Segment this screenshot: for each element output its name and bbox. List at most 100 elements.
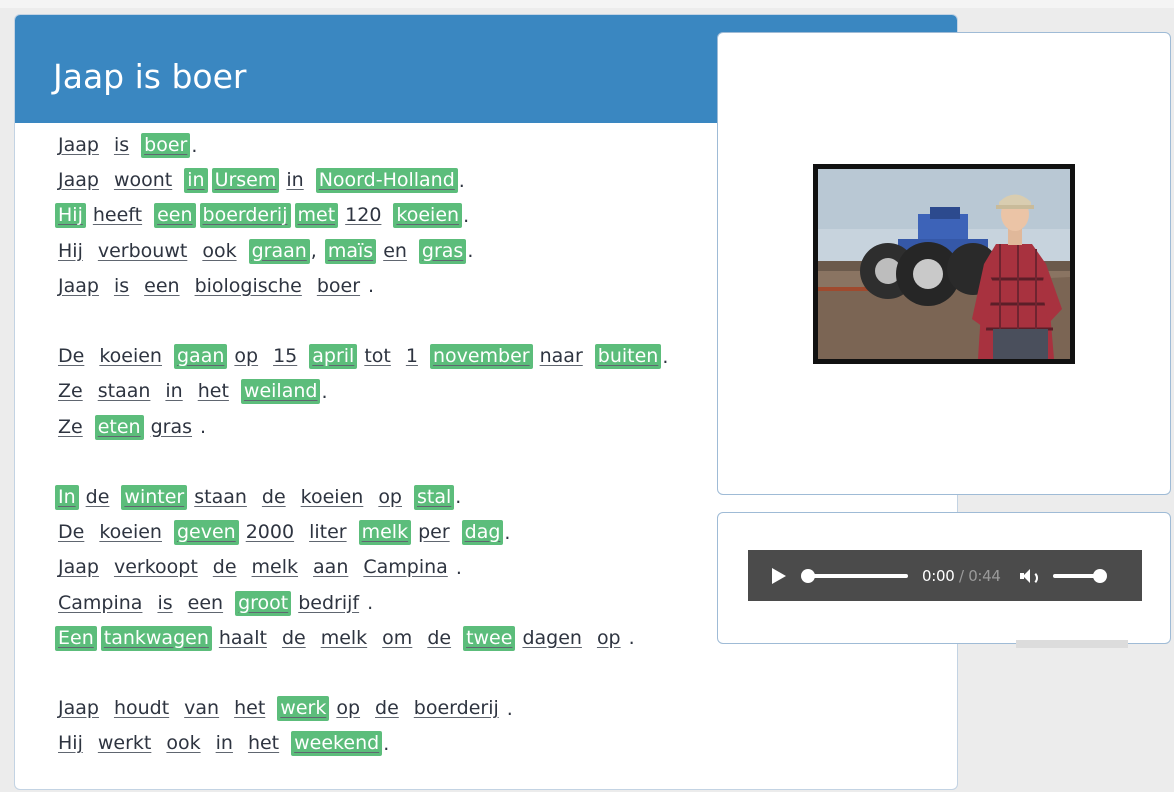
word[interactable]: Ze [55,379,86,404]
seek-handle[interactable] [801,568,815,583]
highlighted-word[interactable]: weekend [291,731,383,757]
word[interactable]: in [162,379,185,404]
word[interactable]: een [141,274,182,299]
word[interactable]: in [283,168,306,193]
seek-bar[interactable] [801,568,908,583]
play-icon[interactable] [770,567,788,585]
highlighted-word[interactable]: Hij [55,203,86,229]
highlighted-word[interactable]: twee [463,625,516,651]
word[interactable]: De [55,344,87,369]
word[interactable]: 120 [342,203,384,228]
word[interactable]: verbouwt [95,239,190,264]
word[interactable]: de [210,555,240,580]
word[interactable]: koeien [298,485,367,510]
word[interactable]: woont [111,168,175,193]
word[interactable]: heeft [90,203,145,228]
word[interactable]: is [111,274,132,299]
word[interactable]: aan [310,555,351,580]
highlighted-word[interactable]: groot [235,590,292,616]
highlighted-word[interactable]: stal [414,484,455,510]
word[interactable]: Hij [55,239,86,264]
word[interactable]: ook [199,239,239,264]
word[interactable]: op [231,344,261,369]
word[interactable]: het [245,731,282,756]
highlighted-word[interactable]: boerderij [199,203,291,229]
highlighted-word[interactable]: melk [358,520,412,546]
word[interactable]: tot [361,344,394,369]
word[interactable]: staan [95,379,154,404]
word[interactable]: Jaap [55,168,102,193]
word[interactable]: dagen [519,626,585,651]
word[interactable]: per [415,520,453,545]
highlighted-word[interactable]: dag [461,520,504,546]
word[interactable]: bedrijf [295,591,362,616]
highlighted-word[interactable]: in [184,168,208,194]
word[interactable]: Jaap [55,696,102,721]
highlighted-word[interactable]: weiland [240,379,321,405]
word[interactable]: 15 [270,344,300,369]
highlighted-word[interactable]: Ursem [211,168,280,194]
word[interactable]: het [231,696,268,721]
highlighted-word[interactable]: buiten [594,344,662,370]
highlighted-word[interactable]: eten [94,414,144,440]
word[interactable]: de [424,626,454,651]
word[interactable]: is [154,591,175,616]
word[interactable]: het [195,379,232,404]
word[interactable]: ook [163,731,203,756]
highlighted-word[interactable]: Een [55,625,97,651]
word[interactable]: naar [537,344,586,369]
word[interactable]: biologische [192,274,305,299]
word[interactable]: is [111,133,132,158]
highlighted-word[interactable]: gras [418,238,467,264]
word[interactable]: Campina [360,555,450,580]
word[interactable]: Campina [55,591,145,616]
word[interactable]: 2000 [243,520,297,545]
word[interactable]: de [279,626,309,651]
word[interactable]: koeien [96,344,165,369]
volume-slider[interactable] [1052,568,1107,583]
highlighted-word[interactable]: maïs [324,238,377,264]
highlighted-word[interactable]: koeien [393,203,463,229]
word[interactable]: op [333,696,363,721]
word[interactable]: de [83,485,113,510]
word[interactable]: houdt [111,696,172,721]
word[interactable]: in [213,731,236,756]
highlighted-word[interactable]: winter [121,484,188,510]
word[interactable]: en [380,239,410,264]
word[interactable]: gras [148,415,195,440]
highlighted-word[interactable]: Noord-Holland [315,168,458,194]
highlighted-word[interactable]: met [294,203,339,229]
word[interactable]: Hij [55,731,86,756]
word[interactable]: Jaap [55,555,102,580]
highlighted-word[interactable]: boer [141,133,191,159]
highlighted-word[interactable]: tankwagen [100,625,212,651]
highlighted-word[interactable]: graan [248,238,310,264]
word[interactable]: liter [306,520,350,545]
highlighted-word[interactable]: gaan [173,344,228,370]
highlighted-word[interactable]: In [55,484,79,510]
volume-handle[interactable] [1092,568,1107,583]
word[interactable]: verkoopt [111,555,201,580]
word[interactable]: Jaap [55,133,102,158]
word[interactable]: Ze [55,415,86,440]
word[interactable]: staan [191,485,250,510]
word[interactable]: haalt [216,626,270,651]
highlighted-word[interactable]: april [309,344,358,370]
highlighted-word[interactable]: werk [277,696,330,722]
word[interactable]: melk [318,626,370,651]
highlighted-word[interactable]: november [429,344,533,370]
highlighted-word[interactable]: een [154,203,196,229]
word[interactable]: De [55,520,87,545]
highlighted-word[interactable]: geven [173,520,239,546]
word[interactable]: koeien [96,520,165,545]
word[interactable]: op [375,485,405,510]
word[interactable]: boer [314,274,363,299]
word[interactable]: de [259,485,289,510]
word[interactable]: van [181,696,222,721]
word[interactable]: om [379,626,415,651]
word[interactable]: boerderij [411,696,502,721]
word[interactable]: op [594,626,624,651]
word[interactable]: werkt [95,731,155,756]
word[interactable]: Jaap [55,274,102,299]
word[interactable]: 1 [403,344,421,369]
